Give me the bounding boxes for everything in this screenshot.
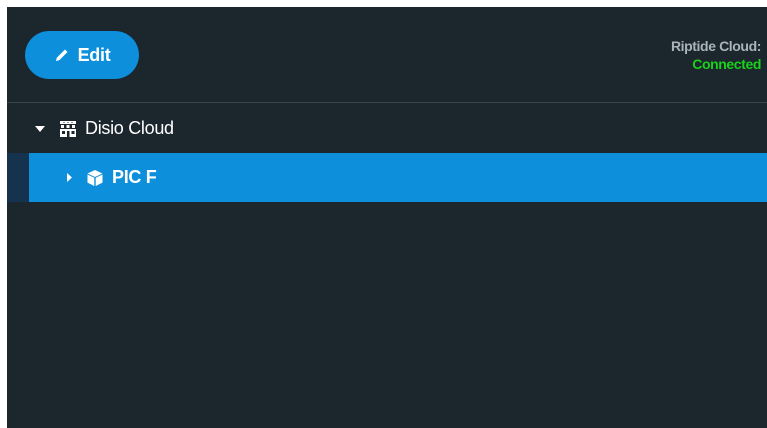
cube-icon [86,169,104,187]
pencil-icon [54,47,70,63]
edit-button-label: Edit [77,44,111,65]
panel-header: Edit Riptide Cloud: Connected [7,7,767,103]
caret-right-icon[interactable] [64,172,74,183]
cloud-status-label: Riptide Cloud: [670,38,761,54]
device-tree-panel: Edit Riptide Cloud: Connected Disio Clou… [7,7,767,428]
cloud-status-value: Connected [692,56,761,72]
tree-node-label: PIC F [112,167,157,187]
edit-button[interactable]: Edit [25,31,139,79]
tree-node-pic-f[interactable]: PIC F [7,153,767,202]
cloud-status: Riptide Cloud: Connected [671,37,761,73]
building-icon [59,120,77,138]
device-tree: Disio Cloud PIC F [7,104,767,202]
tree-node-disio-cloud[interactable]: Disio Cloud [7,104,767,153]
caret-down-icon[interactable] [33,125,47,133]
tree-node-label: Disio Cloud [85,118,174,138]
